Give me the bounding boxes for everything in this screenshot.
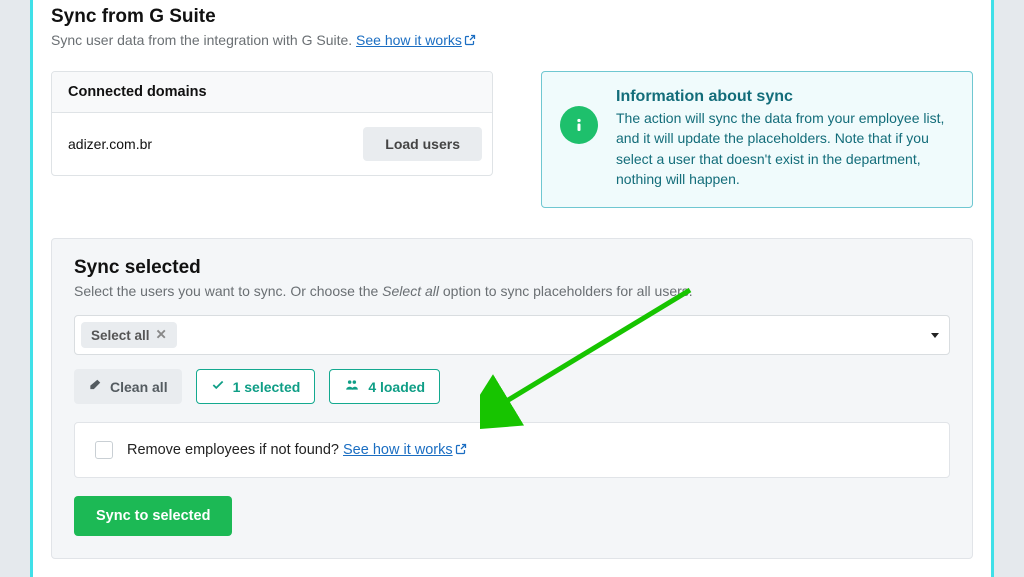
eraser-icon (88, 378, 102, 395)
info-icon (560, 106, 598, 144)
page-subtitle: Sync user data from the integration with… (51, 32, 973, 49)
remove-label: Remove employees if not found? See how i… (127, 442, 467, 459)
domain-name: adizer.com.br (68, 136, 152, 152)
remove-option-card: Remove employees if not found? See how i… (74, 422, 950, 478)
connected-domains-card: Connected domains adizer.com.br Load use… (51, 71, 493, 176)
page-title: Sync from G Suite (51, 0, 973, 28)
sync-panel: Sync selected Select the users you want … (51, 238, 973, 559)
selected-badge: 1 selected (196, 369, 316, 404)
external-link-icon (455, 443, 467, 459)
info-body: The action will sync the data from your … (616, 108, 954, 189)
domain-row: adizer.com.br Load users (52, 113, 492, 175)
info-title: Information about sync (616, 88, 954, 106)
info-card: Information about sync The action will s… (541, 71, 973, 208)
sync-subtitle: Select the users you want to sync. Or ch… (74, 283, 950, 299)
how-it-works-link[interactable]: See how it works (356, 32, 476, 48)
user-select-dropdown[interactable]: Select all ✕ (74, 315, 950, 355)
users-icon (344, 378, 360, 395)
sync-to-selected-button[interactable]: Sync to selected (74, 496, 232, 536)
load-users-button[interactable]: Load users (363, 127, 482, 161)
select-all-chip[interactable]: Select all ✕ (81, 322, 177, 348)
subtitle-text: Sync user data from the integration with… (51, 32, 356, 48)
remove-if-not-found-checkbox[interactable] (95, 441, 113, 459)
remove-how-it-works-link[interactable]: See how it works (343, 442, 467, 458)
sync-title: Sync selected (74, 257, 950, 279)
loaded-badge: 4 loaded (329, 369, 440, 404)
external-link-icon (464, 33, 476, 49)
check-icon (211, 378, 225, 395)
connected-domains-title: Connected domains (52, 72, 492, 113)
chevron-down-icon (931, 333, 939, 338)
clean-all-button[interactable]: Clean all (74, 369, 182, 404)
remove-chip-icon[interactable]: ✕ (156, 327, 167, 343)
